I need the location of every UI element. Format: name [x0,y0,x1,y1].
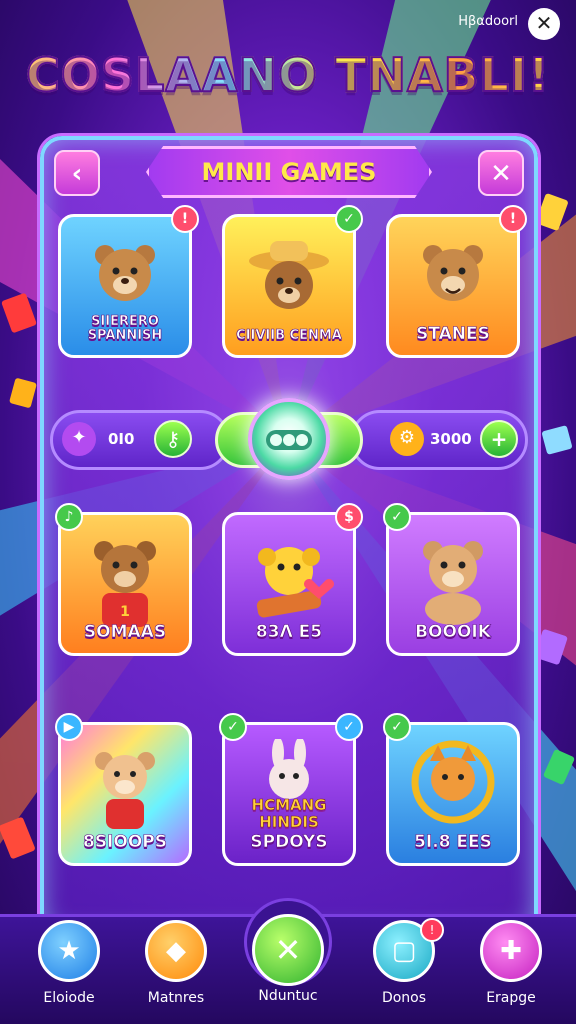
badge-icon: ! [171,205,199,233]
badge-icon: ▶ [55,713,83,741]
user-label: Ηβαdoorl [458,14,518,29]
star-icon: ★ [38,920,100,982]
puzzle-icon: ✚ [480,920,542,982]
badge-icon: ✓ [335,713,363,741]
section-title: MINII GAMES [146,146,432,198]
center-card-text: HCMANG HINDIS [251,796,327,831]
magic-wand-icon: ✦ [62,422,96,456]
game-card[interactable]: ✓ CIIVIIB CENMA [222,205,363,358]
yellow-pup-icon [256,547,334,618]
game-card-label: SOMAAS [83,622,167,642]
right-resource-value: 3000 [430,430,472,448]
close-panel-button[interactable]: ✕ [478,150,524,196]
nav-label: Nduntuc [258,988,318,1004]
badge-icon: $ [335,503,363,531]
nav-item-erapge[interactable]: ✚ Erapge [456,920,566,1006]
badge-icon: ! [499,205,527,233]
nav-label: Matnres [147,990,205,1006]
game-card[interactable]: ! SIIERERO SPANNISH [58,205,199,358]
dots-icon [266,430,312,450]
badge-icon: ✓ [335,205,363,233]
game-card[interactable]: ! STANES [386,205,527,358]
gear-chip-icon: ⚙ [390,422,424,456]
game-card[interactable]: $ 83Λ E5 [222,503,363,656]
game-card-label: 83Λ E5 [255,622,323,642]
game-card-label: SPDOYS [250,832,328,852]
bear-happy-icon [423,245,483,301]
nav-label: Eloiode [43,990,95,1006]
game-card[interactable]: ✓ ✓ HCMANG HINDIS SPDOYS [219,713,363,866]
bear-waving-icon [95,245,155,301]
close-app-button[interactable]: ✕ [528,8,560,40]
nav-label: Donos [381,990,427,1006]
nav-item-nduntuc[interactable]: ✕ Nduntuc [233,914,343,1004]
game-card-label: 5I.8 EES [414,832,492,852]
game-card-label: SIIERERO SPANNISH [87,314,163,343]
bear-hat-icon [249,241,329,309]
notification-badge: ! [420,918,444,942]
game-card[interactable]: ▶ 8SIOOPS [55,713,192,866]
badge-icon: ♪ [55,503,83,531]
cross-icon: ✕ [252,914,324,986]
game-card-label: STANES [416,324,490,344]
back-button[interactable]: ‹ [54,150,100,196]
badge-icon: ✓ [383,713,411,741]
bear-jersey-icon: 1 [94,541,156,627]
triangle-icon: ◆ [145,920,207,982]
play-orb-button[interactable] [248,398,330,480]
game-card-label: 8SIOOPS [82,832,168,852]
game-card-label: CIIVIIB CENMA [236,328,342,343]
game-card[interactable]: ♪ 1 SOMAAS [55,503,192,656]
game-card[interactable]: ✓ 5I.8 EES [383,713,520,866]
svg-text:1: 1 [120,604,130,620]
bear-sitting-icon [423,541,483,625]
bear-rainbow-icon [95,752,155,829]
badge-icon: ✓ [219,713,247,741]
add-resource-button[interactable]: + [480,420,518,458]
cat-ring-icon [411,740,495,824]
nav-item-eloiode[interactable]: ★ Eloiode [14,920,124,1006]
nav-item-matnres[interactable]: ◆ Matnres [121,920,231,1006]
game-title: COSLAANO TNABLI! [0,47,576,103]
game-card-label: BOOOIK [415,622,491,642]
badge-icon: ✓ [383,503,411,531]
game-card[interactable]: ✓ BOOOIK [383,503,520,656]
left-resource-value: 0I0 [108,430,135,448]
bunny-icon [269,739,309,799]
key-button[interactable]: ⚷ [154,420,192,458]
nav-label: Erapge [486,990,536,1006]
